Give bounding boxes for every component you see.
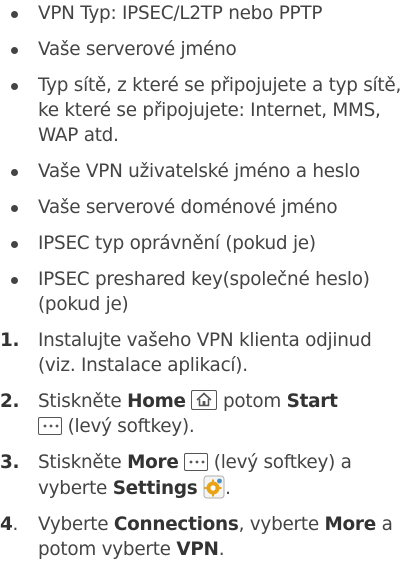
bullet-icon: [11, 83, 18, 90]
step-3: 3. Stiskněte More (levý softkey) a vyber…: [0, 450, 408, 501]
bullet-icon: [11, 241, 18, 248]
step-number: 4.: [0, 512, 18, 537]
step-number: 3.: [0, 452, 20, 473]
list-item: IPSEC typ oprávnění (pokud je): [0, 231, 408, 256]
bullet-icon: [11, 11, 18, 18]
step-text: Stiskněte: [38, 391, 128, 412]
vpn-label: VPN: [176, 539, 219, 560]
step-text: (levý softkey).: [62, 416, 195, 437]
bullet-icon: [11, 169, 18, 176]
connections-label: Connections: [113, 514, 239, 535]
step-text: Instalujte vašeho VPN klienta odjinud (v…: [38, 330, 372, 376]
home-key-label: Home: [127, 391, 186, 412]
step-1: 1. Instalujte vašeho VPN klienta odjinud…: [0, 328, 408, 378]
list-item: Typ sítě, z které se připojujete a typ s…: [0, 73, 408, 148]
start-key-label: Start: [286, 391, 338, 412]
step-text: .: [225, 478, 231, 499]
settings-gear-icon: [203, 475, 225, 499]
more-key-label: More: [127, 452, 179, 473]
step-text: , vyberte: [238, 514, 325, 535]
home-icon: [191, 390, 218, 410]
list-item: Vaše serverové jméno: [0, 37, 408, 62]
steps-list: 1. Instalujte vašeho VPN klienta odjinud…: [0, 328, 408, 562]
list-item-text: Vaše serverové doménové jméno: [38, 197, 338, 218]
list-item-text: Vaše VPN uživatelské jméno a heslo: [38, 161, 361, 182]
step-text: .: [218, 539, 225, 560]
step-text: Stiskněte: [38, 452, 128, 473]
step-text: Vyberte: [38, 514, 114, 535]
requirements-list: VPN Typ: IPSEC/L2TP nebo PPTP Vaše serve…: [0, 1, 408, 317]
settings-label: Settings: [112, 478, 198, 499]
bullet-icon: [11, 205, 18, 212]
more-label: More: [324, 514, 377, 535]
step-4: 4. Vyberte Connections, vyberte More a p…: [0, 512, 408, 562]
list-item: IPSEC preshared key(společné heslo) (pok…: [0, 267, 408, 317]
list-item: Vaše serverové doménové jméno: [0, 195, 408, 220]
bullet-icon: [11, 47, 18, 54]
more-dots-icon: [38, 417, 62, 435]
list-item-text: Vaše serverové jméno: [38, 39, 237, 60]
step-number: 2.: [0, 391, 20, 412]
list-item-text: IPSEC typ oprávnění (pokud je): [38, 233, 316, 254]
list-item-text: VPN Typ: IPSEC/L2TP nebo PPTP: [38, 3, 323, 24]
step-number-dot: .: [12, 514, 19, 535]
document-page: VPN Typ: IPSEC/L2TP nebo PPTP Vaše serve…: [0, 0, 408, 568]
more-dots-icon: [184, 453, 209, 471]
list-item: Vaše VPN uživatelské jméno a heslo: [0, 159, 408, 184]
step-number: 1.: [0, 330, 20, 351]
list-item-text: Typ sítě, z které se připojujete a typ s…: [38, 75, 402, 146]
list-item-text: IPSEC preshared key(společné heslo) (pok…: [38, 269, 370, 315]
step-2: 2. Stiskněte Home potom Start (levý soft…: [0, 389, 408, 439]
step-text: potom: [217, 391, 287, 412]
bullet-icon: [11, 277, 18, 284]
list-item: VPN Typ: IPSEC/L2TP nebo PPTP: [0, 1, 408, 26]
step-number-digit: 4: [0, 514, 13, 535]
